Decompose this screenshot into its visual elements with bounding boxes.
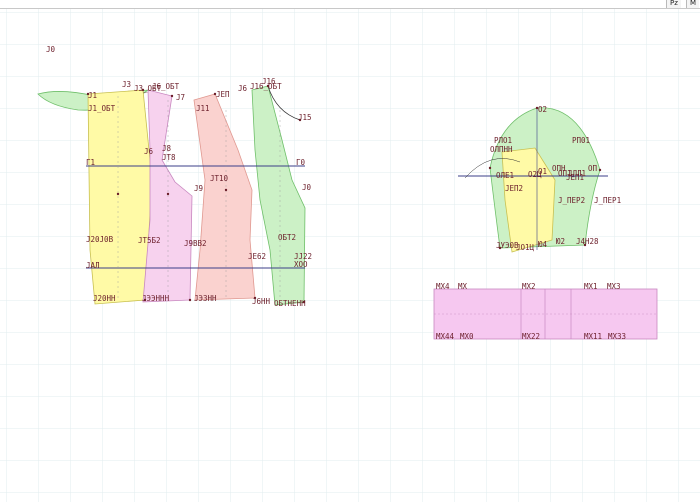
svg-text:Ј20Ј0В: Ј20Ј0В: [86, 235, 114, 244]
svg-text:Ј7: Ј7: [176, 93, 185, 102]
svg-text:ХОО: ХОО: [294, 260, 308, 269]
svg-text:Ј_ПЕР1: Ј_ПЕР1: [594, 196, 621, 205]
svg-text:ЈЛЛ1: ЈЛЛ1: [568, 169, 586, 178]
svg-text:Ј8: Ј8: [162, 144, 172, 153]
svg-text:МХ22: МХ22: [522, 332, 540, 341]
svg-text:ЈТ10: ЈТ10: [210, 174, 229, 183]
svg-text:Ј11: Ј11: [196, 104, 210, 113]
svg-text:ЈЭЭННН: ЈЭЭННН: [142, 294, 170, 303]
svg-text:О2Ц: О2Ц: [528, 170, 542, 179]
svg-text:Ј9ВВ2: Ј9ВВ2: [184, 239, 207, 248]
label-j0: Ј0: [46, 45, 56, 54]
svg-text:ЈЕ62: ЈЕ62: [248, 252, 266, 261]
svg-text:МХ1: МХ1: [584, 282, 598, 291]
svg-text:Ю2: Ю2: [556, 237, 565, 246]
svg-text:О2: О2: [538, 105, 547, 114]
svg-text:Г1: Г1: [86, 158, 95, 167]
svg-text:Ј3: Ј3: [122, 80, 131, 89]
svg-text:ЈЕП: ЈЕП: [216, 90, 230, 99]
svg-text:Ј6: Ј6: [144, 147, 154, 156]
svg-text:ЈО1Ц: ЈО1Ц: [516, 243, 535, 252]
svg-text:ЈАЛ: ЈАЛ: [86, 261, 100, 270]
svg-text:Ј15: Ј15: [298, 113, 312, 122]
svg-text:Ј6: Ј6: [238, 84, 248, 93]
svg-text:МХ0: МХ0: [460, 332, 474, 341]
svg-text:ЈЭЗНН: ЈЭЗНН: [194, 294, 217, 303]
svg-text:РП01: РП01: [572, 136, 590, 145]
pattern-piece-front[interactable]: [87, 89, 153, 305]
svg-text:Ј16_ОБТ: Ј16_ОБТ: [250, 82, 282, 91]
svg-text:Ю4: Ю4: [538, 240, 548, 249]
svg-text:МХ33: МХ33: [608, 332, 626, 341]
svg-text:ОБТНЕНН: ОБТНЕНН: [274, 299, 306, 308]
pattern-canvas[interactable]: Ј0 Ј3 Ј3_ОБТ Ј6_ОБТ Ј7 Ј1 Ј1_ОБТ Ј11 ЈЕП…: [0, 0, 700, 502]
svg-text:ЈТ8: ЈТ8: [162, 153, 176, 162]
svg-text:ОЛПНН: ОЛПНН: [490, 145, 513, 154]
svg-text:ОП: ОП: [588, 164, 598, 173]
svg-text:МХ4: МХ4: [436, 282, 450, 291]
svg-text:ЈТ5Б2: ЈТ5Б2: [138, 236, 161, 245]
svg-text:Ј0: Ј0: [302, 183, 312, 192]
svg-text:МХ3: МХ3: [607, 282, 621, 291]
svg-text:Ј4Н28: Ј4Н28: [576, 237, 599, 246]
svg-text:ЈЕП2: ЈЕП2: [505, 184, 523, 193]
svg-text:Ј9: Ј9: [194, 184, 203, 193]
svg-text:МХ11: МХ11: [584, 332, 602, 341]
svg-text:Ј20НН: Ј20НН: [93, 294, 116, 303]
svg-text:МХ2: МХ2: [522, 282, 536, 291]
svg-text:Ј_ПЕР2: Ј_ПЕР2: [558, 196, 585, 205]
svg-text:Г0: Г0: [296, 158, 306, 167]
svg-text:ОЛЕ1: ОЛЕ1: [496, 171, 514, 180]
svg-text:ОБТ2: ОБТ2: [278, 233, 296, 242]
svg-text:МХ44: МХ44: [436, 332, 455, 341]
svg-text:Ј1_ОБТ: Ј1_ОБТ: [88, 104, 116, 113]
svg-text:Ј1: Ј1: [88, 91, 97, 100]
svg-text:Ј6НН: Ј6НН: [252, 297, 271, 306]
svg-text:МХ: МХ: [458, 282, 468, 291]
svg-text:РЛО1: РЛО1: [494, 136, 512, 145]
svg-text:Ј6_ОБТ: Ј6_ОБТ: [152, 82, 180, 91]
